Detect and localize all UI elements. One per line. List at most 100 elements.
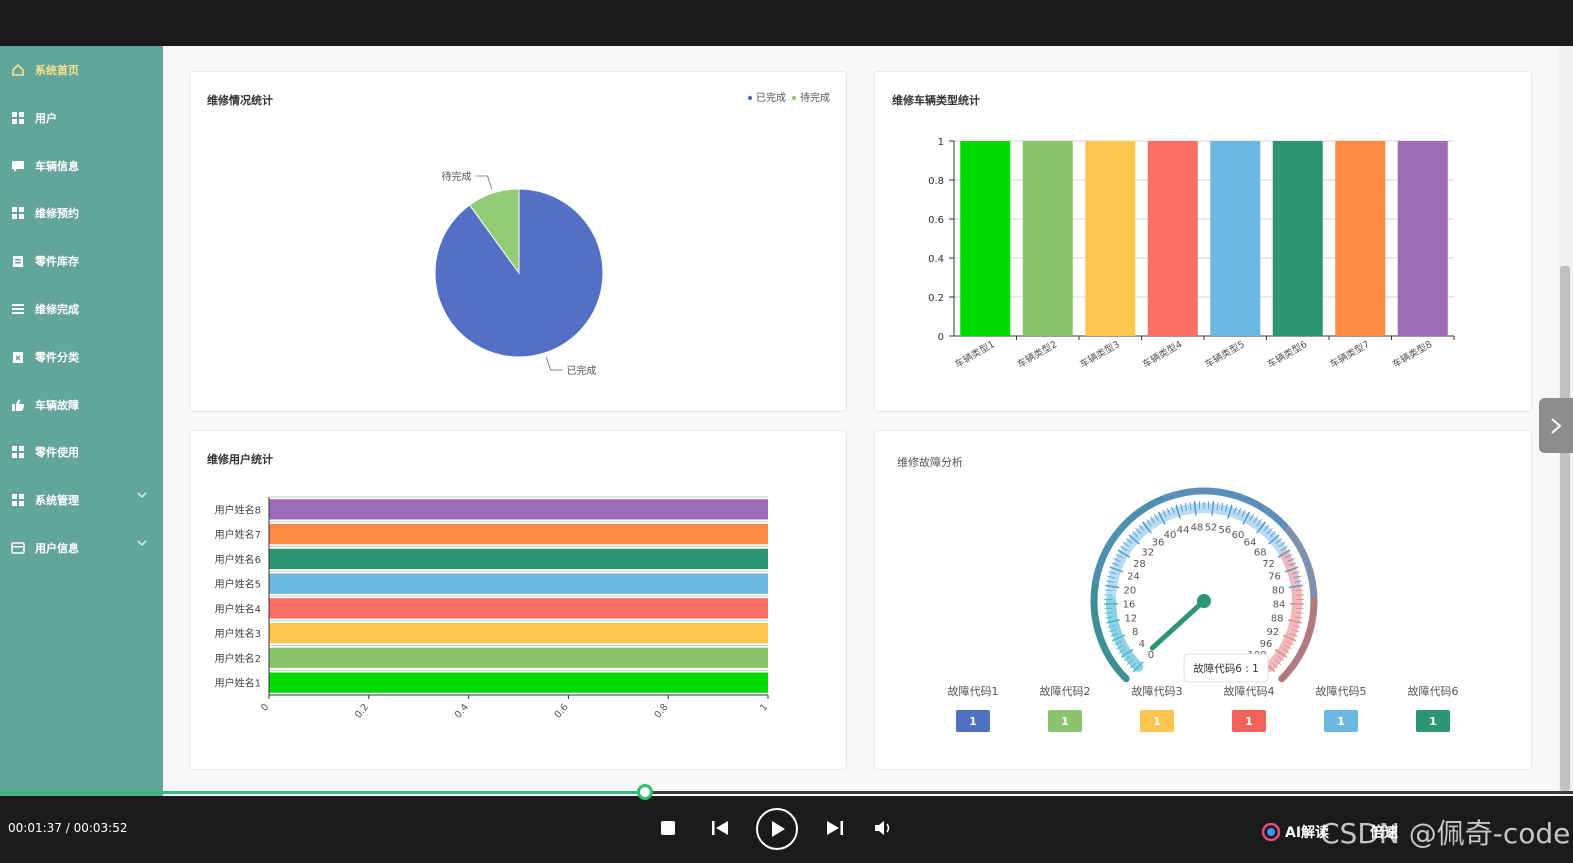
bar (1397, 141, 1448, 336)
series-name: 故障代码3 (1132, 684, 1183, 698)
grid-icon (11, 493, 25, 507)
y-tick-label: 用户姓名4 (215, 602, 261, 615)
stop-button[interactable] (652, 812, 684, 844)
bar (269, 548, 768, 570)
sidebar-item-3[interactable]: 车辆信息 (0, 144, 163, 188)
sidebar-item-label: 维修预约 (35, 207, 79, 221)
x-tick-label: 车辆类型6 (1265, 338, 1309, 370)
watermark-text: CSDN @佩奇-code (1320, 817, 1571, 850)
series-name: 故障代码6 (1408, 684, 1459, 698)
vehicle-type-bar-chart: 0 0.2 0.4 0.6 0.8 1 车辆类型1 车辆类型2 车辆类型3 车辆类型4 车辆类型5 车… (928, 137, 1455, 371)
series-value: 1 (1337, 715, 1345, 728)
pie-label: 待完成 (441, 170, 471, 183)
bar (269, 672, 768, 693)
bar (1022, 141, 1073, 336)
next-button[interactable] (819, 812, 851, 844)
clipboard-x-icon (11, 350, 25, 364)
legend-marker (791, 95, 797, 101)
sidebar-item-10[interactable]: 系统管理 (0, 478, 163, 522)
gauge-tick-label: 28 (1133, 559, 1146, 570)
chevron-right-icon (1551, 417, 1562, 434)
bar (269, 523, 768, 545)
x-tick-label: 车辆类型4 (1140, 338, 1184, 370)
expand-panel-button[interactable] (1539, 398, 1573, 453)
gauge-tick-label: 68 (1254, 547, 1267, 558)
series-name: 故障代码2 (1040, 684, 1091, 698)
x-tick-label: 0.6 (553, 702, 571, 721)
sidebar-item-label: 维修完成 (35, 303, 79, 316)
gauge-tick-label: 88 (1271, 613, 1284, 624)
gauge-tick-label: 48 (1191, 522, 1204, 533)
sidebar-item-5[interactable]: 零件库存 (0, 239, 163, 283)
chat-icon (11, 159, 25, 173)
bar (269, 573, 768, 594)
gauge-tooltip: 故障代码6 : 1 (1183, 653, 1269, 683)
play-button[interactable] (756, 808, 798, 850)
legend-marker (747, 95, 753, 101)
gauge-pointer-cap (1197, 594, 1211, 608)
sidebar-item-label: 车辆故障 (35, 398, 79, 412)
scrollbar-thumb[interactable] (1560, 266, 1570, 791)
x-tick-label: 车辆类型7 (1328, 338, 1372, 370)
sidebar-item-label: 用户信息 (35, 542, 79, 555)
gauge-tick-label: 92 (1266, 627, 1279, 638)
y-tick-label: 0.4 (928, 254, 944, 265)
gauge-tick-label: 84 (1273, 599, 1286, 610)
y-tick-label: 0 (938, 332, 944, 343)
sidebar-item-label: 车辆信息 (35, 159, 79, 173)
top-black-bar (0, 0, 1573, 46)
gauge-tick-label: 72 (1262, 559, 1275, 570)
progress-knob[interactable] (636, 784, 653, 800)
sidebar-item-8[interactable]: 车辆故障 (0, 383, 163, 427)
series-name: 故障代码4 (1224, 684, 1275, 698)
play-icon (772, 821, 785, 837)
sidebar-item-1[interactable]: 系统首页 (0, 48, 163, 92)
home-icon (11, 63, 25, 77)
grid-icon (11, 111, 25, 125)
gauge-tick-label: 76 (1268, 572, 1281, 583)
x-tick-label: 车辆类型2 (1015, 338, 1059, 370)
gauge-tick-label: 80 (1272, 585, 1285, 596)
stop-icon (661, 821, 675, 835)
volume-icon (875, 821, 890, 835)
gauge-tick-label: 96 (1260, 639, 1273, 650)
sidebar-item-7[interactable]: 零件分类 (0, 335, 163, 379)
x-tick-label: 0.8 (652, 702, 670, 721)
tooltip-text: 故障代码6 : 1 (1193, 662, 1259, 675)
fault-analysis-card: 维修故障分析 0 4 8 12 16 20 24 28 32 36 40 44 48 52 56 60 64 68… (874, 430, 1532, 770)
ai-interpret-button[interactable]: AI解读 (1262, 822, 1329, 842)
sidebar-item-label: 系统首页 (35, 64, 79, 77)
bar (1335, 141, 1386, 336)
gauge-tick-label: 32 (1141, 547, 1154, 558)
sidebar-item-label: 系统管理 (35, 494, 79, 508)
previous-button[interactable] (704, 812, 736, 844)
grid-icon (11, 206, 25, 220)
sidebar-item-11[interactable]: 用户信息 (0, 526, 163, 570)
bar (1147, 141, 1198, 336)
sidebar-item-4[interactable]: 维修预约 (0, 191, 163, 235)
sidebar-item-6[interactable]: 维修完成 (0, 287, 163, 331)
volume-button[interactable] (868, 812, 900, 844)
thumb-icon (11, 398, 25, 412)
y-tick-label: 0.2 (928, 293, 944, 304)
gauge-tick-label: 0 (1148, 650, 1154, 661)
skip-back-icon (712, 821, 728, 835)
sidebar: 系统首页用户车辆信息维修预约零件库存维修完成零件分类车辆故障零件使用系统管理用户… (0, 46, 163, 796)
gauge-tick-label: 56 (1219, 525, 1232, 536)
bar (1272, 141, 1323, 336)
sidebar-item-2[interactable]: 用户 (0, 96, 163, 140)
grid-icon (11, 445, 25, 459)
y-tick-label: 用户姓名5 (215, 578, 261, 591)
y-tick-label: 用户姓名2 (215, 652, 261, 665)
sidebar-item-9[interactable]: 零件使用 (0, 430, 163, 474)
y-tick-label: 0.8 (928, 176, 944, 187)
legend-label: 待完成 (800, 91, 830, 104)
gauge-tick (1104, 594, 1113, 596)
bar (269, 647, 768, 669)
repair-user-card: 维修用户统计 用户姓名1 用户姓名2 用户姓名3 用户姓名4 用户姓名5 用户姓名6 用户姓… (189, 430, 847, 770)
series-value: 1 (1429, 715, 1437, 728)
pie-chart: 已完成待完成已完成 待完成 (434, 91, 830, 377)
x-tick-label: 车辆类型3 (1078, 338, 1122, 370)
series-value: 1 (1245, 715, 1253, 728)
vehicle-type-card: 维修车辆类型统计 0 0.2 0.4 0.6 0.8 1 车辆类型1 车辆类型2 车辆类型3 车辆… (874, 71, 1532, 412)
